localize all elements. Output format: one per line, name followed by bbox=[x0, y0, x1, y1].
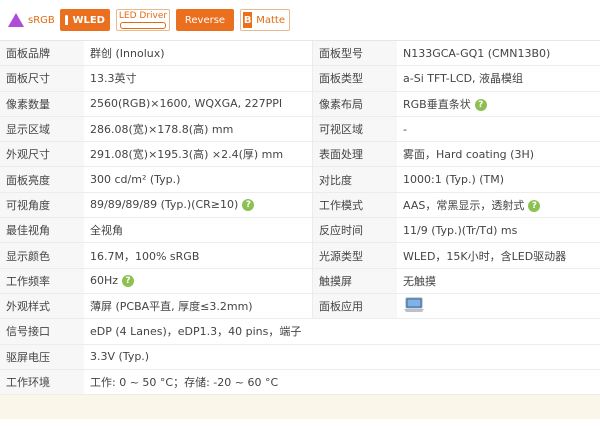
spec-label: 显示区域 bbox=[0, 115, 84, 142]
spec-value: 全视角 bbox=[84, 217, 313, 243]
reverse-badge: Reverse bbox=[176, 9, 234, 31]
spec-value-with-help: 89/89/89/89 (Typ.)(CR≥10)? bbox=[84, 191, 313, 218]
table-row: 面板亮度 300 cd/m² (Typ.) 对比度 1000:1 (Typ.) … bbox=[0, 166, 600, 193]
srgb-badge-label: sRGB bbox=[28, 14, 55, 26]
spec-value: 286.08(宽)×178.8(高) mm bbox=[84, 115, 313, 142]
spec-label: 像素布局 bbox=[312, 90, 397, 117]
table-row: 显示颜色 16.7M，100% sRGB 光源类型 WLED，15K小时，含LE… bbox=[0, 242, 600, 269]
table-row: 面板品牌 群创 (Innolux) 面板型号 N133GCA-GQ1 (CMN1… bbox=[0, 39, 600, 66]
spec-label: 工作模式 bbox=[312, 191, 397, 218]
spec-table: 面板品牌 群创 (Innolux) 面板型号 N133GCA-GQ1 (CMN1… bbox=[0, 39, 600, 395]
help-icon[interactable]: ? bbox=[242, 199, 255, 212]
spec-label: 显示颜色 bbox=[0, 242, 84, 269]
spec-value: WLED，15K小时，含LED驱动器 bbox=[397, 242, 600, 269]
spec-label: 面板亮度 bbox=[0, 166, 84, 193]
table-row: 驱屏电压 3.3V (Typ.) bbox=[0, 343, 600, 370]
led-bar-icon bbox=[120, 22, 166, 29]
matte-badge-label: Matte bbox=[256, 14, 285, 26]
color-triangle-icon bbox=[8, 13, 24, 27]
help-icon[interactable]: ? bbox=[528, 199, 541, 212]
led-driver-badge-label: LED Driver bbox=[118, 11, 168, 21]
feature-badges: sRGB WLED LED Driver Reverse B Matte bbox=[0, 0, 600, 40]
help-icon[interactable]: ? bbox=[122, 275, 135, 288]
table-row: 最佳视角 全视角 反应时间 11/9 (Typ.)(Tr/Td) ms bbox=[0, 217, 600, 243]
spec-value: 60Hz bbox=[90, 274, 119, 288]
spec-value: 13.3英寸 bbox=[84, 65, 313, 92]
spec-label: 面板型号 bbox=[312, 39, 397, 66]
spec-label: 最佳视角 bbox=[0, 217, 84, 243]
spec-label: 外观尺寸 bbox=[0, 141, 84, 167]
spec-value: N133GCA-GQ1 (CMN13B0) bbox=[397, 39, 600, 66]
spec-value-with-help: RGB垂直条状? bbox=[397, 90, 600, 117]
spec-label: 工作频率 bbox=[0, 267, 84, 294]
spec-value: RGB垂直条状 bbox=[403, 97, 471, 111]
spec-value: 群创 (Innolux) bbox=[84, 39, 313, 66]
reverse-badge-label: Reverse bbox=[184, 14, 226, 26]
spec-value: a-Si TFT-LCD, 液晶模组 bbox=[397, 65, 600, 92]
srgb-badge: sRGB bbox=[4, 9, 55, 31]
spec-label: 驱屏电压 bbox=[0, 343, 84, 370]
spec-label: 可视角度 bbox=[0, 191, 84, 218]
spec-value: AAS，常黑显示，透射式 bbox=[403, 198, 525, 212]
spec-label: 像素数量 bbox=[0, 90, 84, 117]
table-row: 显示区域 286.08(宽)×178.8(高) mm 可视区域 - bbox=[0, 115, 600, 142]
spec-value: 1000:1 (Typ.) (TM) bbox=[397, 166, 600, 193]
spec-value: 工作: 0 ~ 50 °C；存储: -20 ~ 60 °C bbox=[84, 368, 600, 395]
table-row: 像素数量 2560(RGB)×1600, WQXGA, 227PPI 像素布局 … bbox=[0, 90, 600, 117]
table-row: 面板尺寸 13.3英寸 面板类型 a-Si TFT-LCD, 液晶模组 bbox=[0, 65, 600, 92]
footer-strip bbox=[0, 394, 600, 420]
spec-label: 面板类型 bbox=[312, 65, 397, 92]
spec-label: 表面处理 bbox=[312, 141, 397, 167]
spec-value: eDP (4 Lanes)，eDP1.3，40 pins，端子 bbox=[84, 318, 600, 345]
table-row: 可视角度 89/89/89/89 (Typ.)(CR≥10)? 工作模式 AAS… bbox=[0, 191, 600, 218]
spec-label: 外观样式 bbox=[0, 292, 84, 319]
wled-badge-label: WLED bbox=[72, 14, 105, 26]
spec-label: 可视区域 bbox=[312, 115, 397, 142]
spec-label: 面板应用 bbox=[312, 292, 397, 319]
spec-value: 2560(RGB)×1600, WQXGA, 227PPI bbox=[84, 90, 313, 117]
led-driver-badge: LED Driver bbox=[116, 9, 170, 31]
spec-value: - bbox=[397, 115, 600, 142]
table-row: 外观尺寸 291.08(宽)×195.3(高) ×2.4(厚) mm 表面处理 … bbox=[0, 141, 600, 167]
table-row: 工作频率 60Hz? 触摸屏 无触摸 bbox=[0, 267, 600, 294]
table-row: 外观样式 薄屏 (PCBA平直, 厚度≤3.2mm) 面板应用 bbox=[0, 292, 600, 319]
wled-badge: WLED bbox=[60, 9, 110, 31]
spec-value: 无触摸 bbox=[397, 267, 600, 294]
spec-label: 对比度 bbox=[312, 166, 397, 193]
table-row: 工作环境 工作: 0 ~ 50 °C；存储: -20 ~ 60 °C bbox=[0, 368, 600, 395]
spec-value: 3.3V (Typ.) bbox=[84, 343, 600, 370]
spec-label: 光源类型 bbox=[312, 242, 397, 269]
spec-label: 面板尺寸 bbox=[0, 65, 84, 92]
spec-label: 信号接口 bbox=[0, 318, 84, 345]
matte-badge: B Matte bbox=[240, 9, 290, 31]
matte-b-icon: B bbox=[243, 12, 253, 28]
help-icon[interactable]: ? bbox=[474, 98, 487, 111]
table-row: 信号接口 eDP (4 Lanes)，eDP1.3，40 pins，端子 bbox=[0, 318, 600, 345]
spec-value: 薄屏 (PCBA平直, 厚度≤3.2mm) bbox=[84, 292, 313, 319]
spec-value: 300 cd/m² (Typ.) bbox=[84, 166, 313, 193]
spec-label: 面板品牌 bbox=[0, 39, 84, 66]
spec-value-with-help: AAS，常黑显示，透射式? bbox=[397, 191, 600, 218]
spec-value: 89/89/89/89 (Typ.)(CR≥10) bbox=[90, 198, 239, 212]
spec-label: 工作环境 bbox=[0, 368, 84, 395]
spec-value bbox=[397, 292, 600, 319]
spec-value: 11/9 (Typ.)(Tr/Td) ms bbox=[397, 217, 600, 243]
spec-label: 触摸屏 bbox=[312, 267, 397, 294]
spec-label: 反应时间 bbox=[312, 217, 397, 243]
spec-value: 雾面，Hard coating (3H) bbox=[397, 141, 600, 167]
spec-value: 291.08(宽)×195.3(高) ×2.4(厚) mm bbox=[84, 141, 313, 167]
laptop-icon[interactable] bbox=[403, 297, 425, 316]
spec-value: 16.7M，100% sRGB bbox=[84, 242, 313, 269]
spec-value-with-help: 60Hz? bbox=[84, 267, 313, 294]
